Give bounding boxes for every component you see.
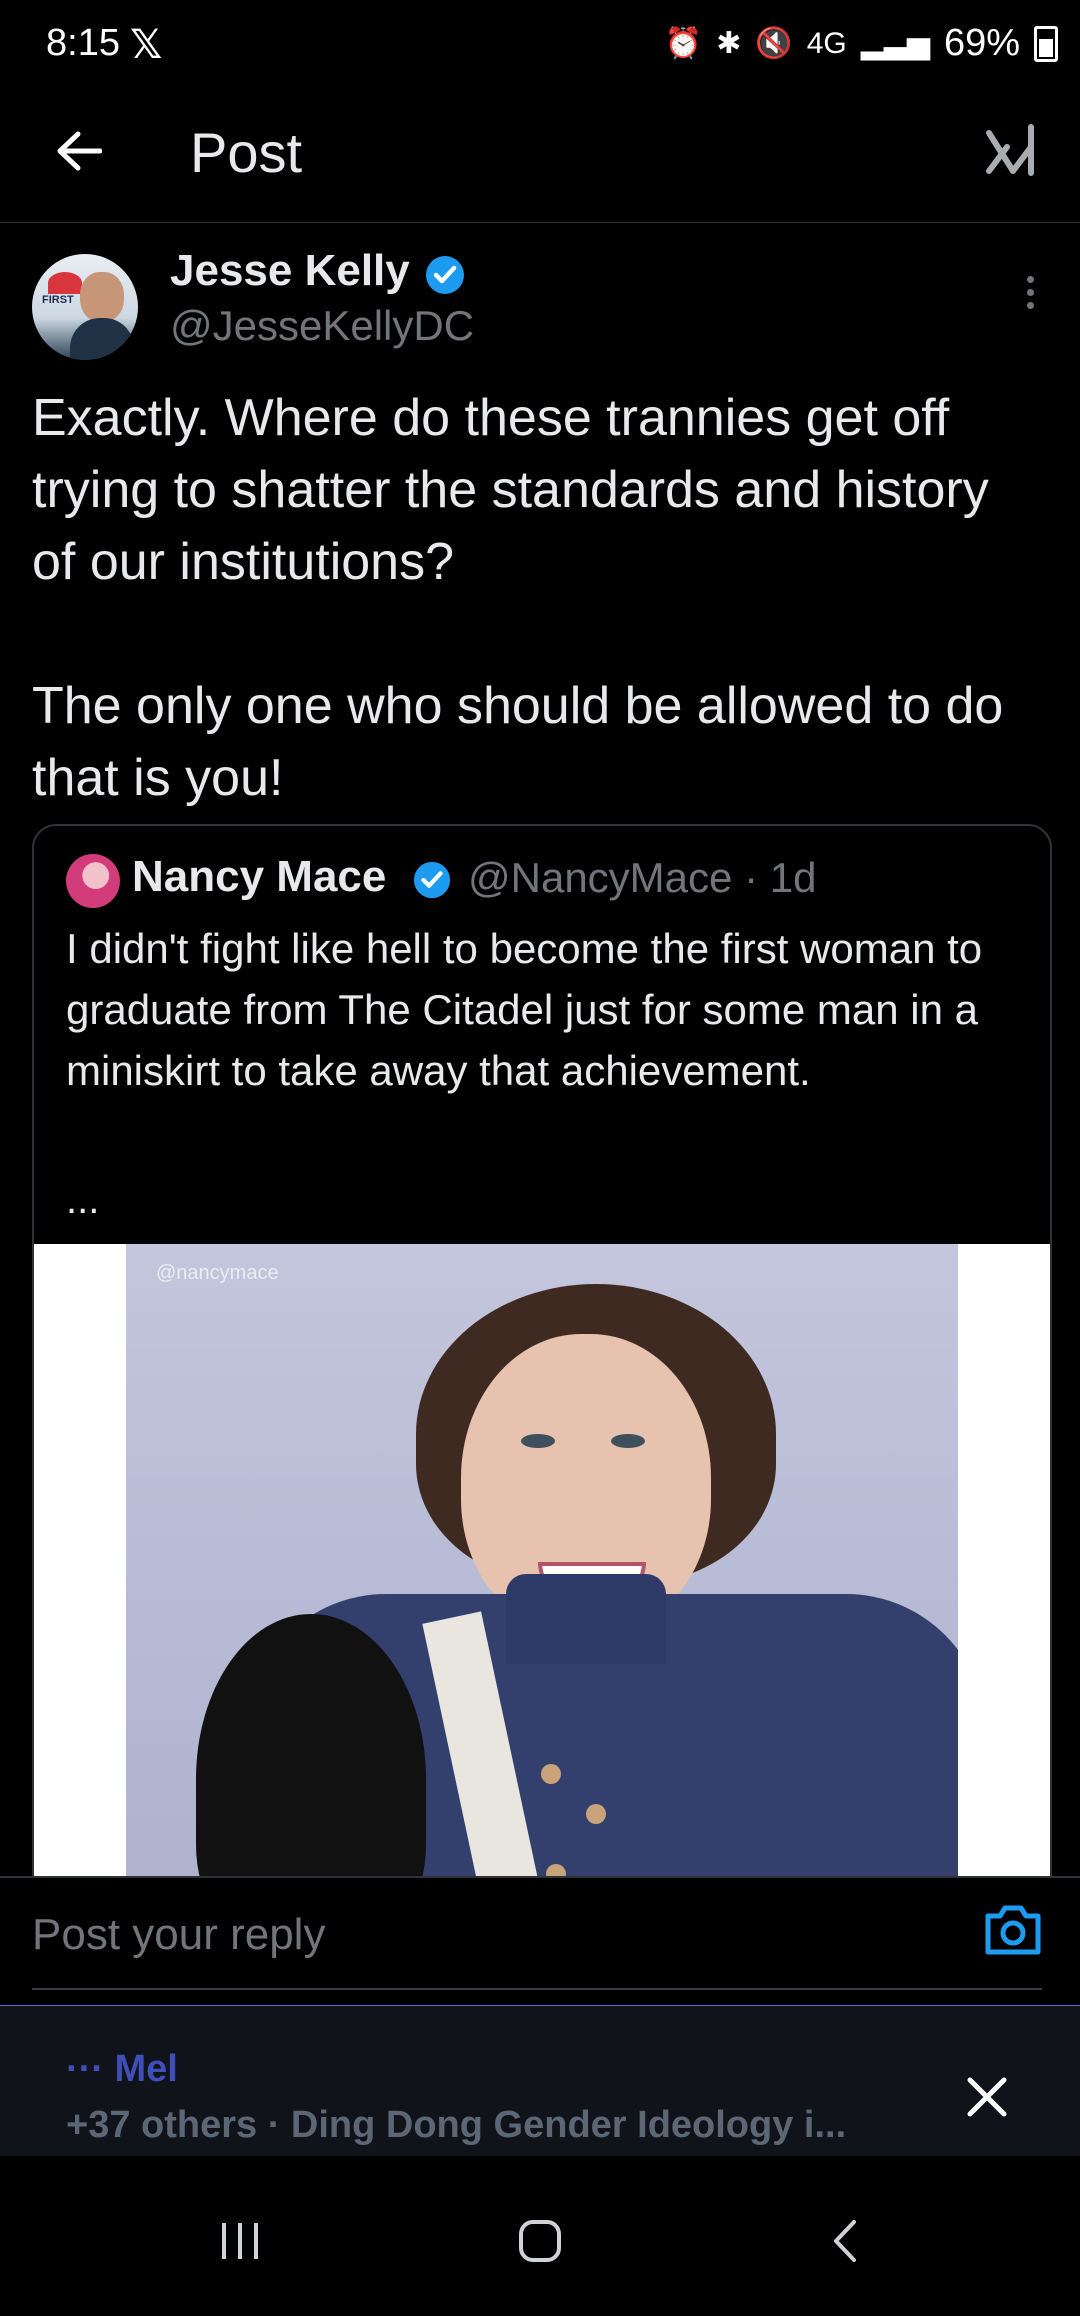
network-label: 4G xyxy=(806,26,847,60)
grok-icon xyxy=(986,124,1034,176)
system-nav-bar xyxy=(0,2156,1080,2316)
recent-apps-icon xyxy=(222,2223,258,2259)
alarm-icon: ⏰ xyxy=(664,27,703,60)
now-playing-banner[interactable]: ··· Mel +37 others · Ding Dong Gender Id… xyxy=(0,2006,1080,2156)
quote-media[interactable]: @nancymace xyxy=(34,1244,1050,1926)
author-avatar[interactable]: FIRST xyxy=(32,254,138,360)
now-playing-title: ··· Mel xyxy=(66,2048,178,2090)
status-icons: ⏰ ✱ 🔇 4G ▂▃▅ 69% xyxy=(665,22,1058,65)
status-time: 8:15 xyxy=(46,22,120,64)
quoted-post-card[interactable]: Nancy Mace @NancyMace · 1d I didn't figh… xyxy=(32,824,1052,1928)
arrow-left-icon xyxy=(57,131,102,171)
author-handle[interactable]: @JesseKellyDC xyxy=(170,302,474,350)
reply-underline xyxy=(32,1988,1042,1990)
page-title: Post xyxy=(190,121,303,184)
quote-ellipsis: ... xyxy=(66,1178,100,1222)
more-options-icon[interactable] xyxy=(1020,276,1040,316)
cadet-photo: @nancymace xyxy=(126,1244,958,1926)
reply-bar: Post your reply xyxy=(0,1876,1080,1990)
grok-button[interactable] xyxy=(976,116,1046,186)
back-nav-button[interactable] xyxy=(795,2206,895,2276)
bluetooth-icon: ✱ xyxy=(716,27,742,60)
chevron-left-icon xyxy=(834,2220,856,2262)
verified-badge-icon xyxy=(424,254,466,301)
author-name[interactable]: Jesse Kelly xyxy=(170,246,410,296)
home-button[interactable] xyxy=(490,2206,590,2276)
battery-icon xyxy=(1034,25,1058,62)
mute-icon: 🔇 xyxy=(755,27,793,60)
quote-handle-text: @NancyMace xyxy=(468,854,733,901)
post-text: Exactly. Where do these trannies get off… xyxy=(32,389,1004,807)
now-playing-subtitle: +37 others · Ding Dong Gender Ideology i… xyxy=(66,2104,847,2146)
close-icon[interactable] xyxy=(964,2074,1010,2120)
quote-text: I didn't fight like hell to become the f… xyxy=(66,925,983,1094)
back-button[interactable] xyxy=(44,116,114,186)
quote-author-handle: @NancyMace · 1d xyxy=(468,854,816,902)
quote-author-avatar xyxy=(66,854,120,908)
recent-apps-button[interactable] xyxy=(190,2206,290,2276)
camera-icon[interactable] xyxy=(982,1902,1044,1958)
reply-input[interactable]: Post your reply xyxy=(32,1910,325,1960)
home-icon xyxy=(519,2220,561,2262)
photo-watermark: @nancymace xyxy=(156,1262,279,1284)
quote-time: · 1d xyxy=(744,854,817,901)
battery-level: 69% xyxy=(943,22,1020,64)
verified-badge-icon xyxy=(412,860,452,905)
status-bar: 8:15 𝕏 ⏰ ✱ 🔇 4G ▂▃▅ 69% xyxy=(0,0,1080,96)
signal-icon: ▂▃▅ xyxy=(860,27,930,60)
x-app-icon: 𝕏 xyxy=(130,23,163,67)
quote-author-name: Nancy Mace xyxy=(132,852,387,901)
app-header: Post xyxy=(0,96,1080,223)
avatar-logo-text: FIRST xyxy=(42,294,74,306)
